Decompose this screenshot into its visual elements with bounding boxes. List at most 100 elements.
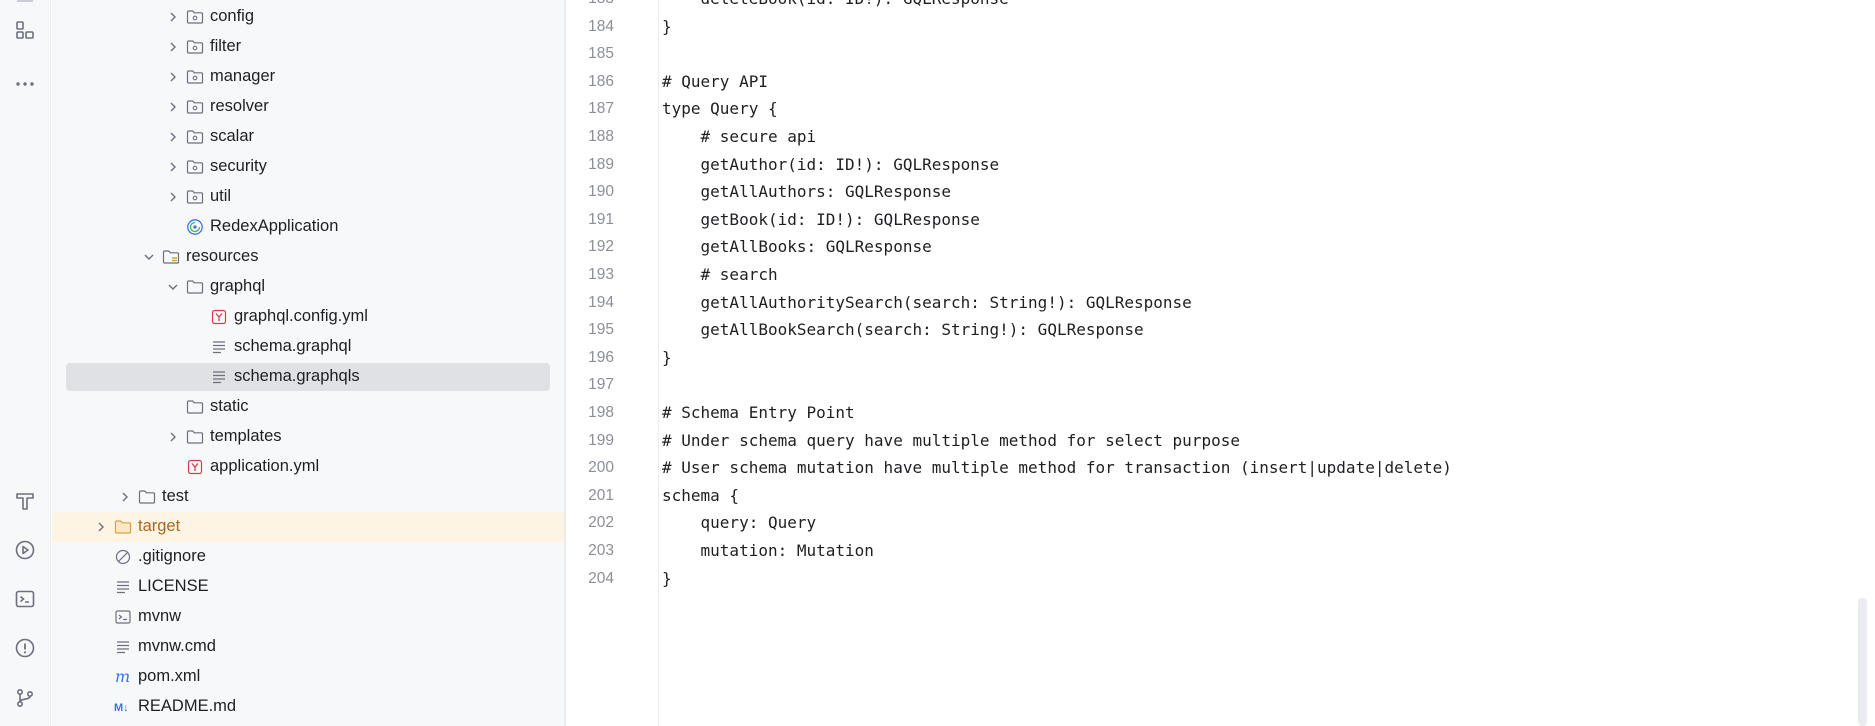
code-line[interactable]: 198 # Schema Entry Point <box>566 400 1856 427</box>
tree-item-static[interactable]: static <box>52 392 564 422</box>
code-line[interactable]: 193 # search <box>566 262 1856 289</box>
tree-item-filter[interactable]: filter <box>52 32 564 62</box>
code-line[interactable]: 185 <box>566 41 1856 68</box>
tree-item-graphql-config-yml[interactable]: graphql.config.yml <box>52 302 564 332</box>
package-folder-icon <box>186 8 204 26</box>
code-line[interactable]: 194 getAllAuthoritySearch(search: String… <box>566 290 1856 317</box>
chevron-right-icon[interactable] <box>166 160 180 174</box>
chevron-right-icon[interactable] <box>166 190 180 204</box>
code-text[interactable]: getAllAuthoritySearch(search: String!): … <box>662 293 1192 312</box>
tree-item-target[interactable]: target <box>52 512 564 542</box>
folder-icon <box>186 428 204 446</box>
tree-item-pom-xml[interactable]: m pom.xml <box>52 662 564 692</box>
code-text[interactable]: getAllBooks: GQLResponse <box>662 237 932 256</box>
chevron-right-icon[interactable] <box>166 100 180 114</box>
tree-item-redexapplication[interactable]: RedexApplication <box>52 212 564 242</box>
code-text[interactable]: type Query { <box>662 99 778 118</box>
code-line[interactable]: 200 # User schema mutation have multiple … <box>566 455 1856 482</box>
code-text[interactable]: } <box>662 569 672 588</box>
code-text[interactable]: # Query API <box>662 72 768 91</box>
tree-item-config[interactable]: config <box>52 2 564 32</box>
build-icon[interactable] <box>13 489 37 513</box>
tree-item-manager[interactable]: manager <box>52 62 564 92</box>
code-text[interactable]: } <box>662 348 672 367</box>
code-editor[interactable]: 183 deleteBook(id: ID!): GQLResponse184}… <box>566 0 1875 726</box>
code-line[interactable]: 197 <box>566 372 1856 399</box>
code-line[interactable]: 186 # Query API <box>566 69 1856 96</box>
code-line[interactable]: 190 getAllAuthors: GQLResponse <box>566 179 1856 206</box>
chevron-down-icon[interactable] <box>166 280 180 294</box>
chevron-right-icon[interactable] <box>94 520 108 534</box>
git-icon[interactable] <box>13 686 37 710</box>
chevron-down-icon[interactable] <box>142 250 156 264</box>
tree-item-templates[interactable]: templates <box>52 422 564 452</box>
code-text[interactable]: } <box>662 17 672 36</box>
tree-item-readme-md[interactable]: M↓ README.md <box>52 692 564 722</box>
code-line[interactable]: 195 getAllBookSearch(search: String!): G… <box>566 317 1856 344</box>
tree-item-mvnw[interactable]: mvnw <box>52 602 564 632</box>
tree-item-security[interactable]: security <box>52 152 564 182</box>
code-text[interactable]: getAllBookSearch(search: String!): GQLRe… <box>662 320 1144 339</box>
terminal-icon[interactable] <box>13 587 37 611</box>
project-tree: config filter manager resolver scalar securit… <box>52 0 564 726</box>
code-text[interactable]: query: Query <box>662 513 817 532</box>
code-text[interactable]: schema { <box>662 486 739 505</box>
code-text[interactable]: deleteBook(id: ID!): GQLResponse <box>662 0 1009 8</box>
code-text[interactable]: getAuthor(id: ID!): GQLResponse <box>662 155 1000 174</box>
code-text[interactable]: # Under schema query have multiple metho… <box>662 431 1240 450</box>
code-line[interactable]: 196} <box>566 345 1856 372</box>
code-line[interactable]: 183 deleteBook(id: ID!): GQLResponse <box>566 0 1856 13</box>
line-number: 197 <box>588 376 614 394</box>
tree-item-label: resolver <box>210 97 269 115</box>
editor-scrollbar[interactable] <box>1858 598 1867 726</box>
code-line[interactable]: 199 # Under schema query have multiple me… <box>566 428 1856 455</box>
tree-item-scalar[interactable]: scalar <box>52 122 564 152</box>
code-text[interactable]: mutation: Mutation <box>662 541 874 560</box>
tree-item-util[interactable]: util <box>52 182 564 212</box>
chevron-right-icon[interactable] <box>166 130 180 144</box>
strip-separator <box>17 0 33 2</box>
chevron-right-icon[interactable] <box>166 430 180 444</box>
code-line[interactable]: 203 mutation: Mutation <box>566 538 1856 565</box>
code-line[interactable]: 204} <box>566 566 1856 593</box>
tree-item-schema-graphql[interactable]: schema.graphql <box>52 332 564 362</box>
code-line[interactable]: 188 # secure api <box>566 124 1856 151</box>
code-line[interactable]: 192 getAllBooks: GQLResponse <box>566 234 1856 261</box>
code-line[interactable]: 189 getAuthor(id: ID!): GQLResponse <box>566 152 1856 179</box>
chevron-right-icon[interactable] <box>166 40 180 54</box>
code-line[interactable]: 184} <box>566 14 1856 41</box>
code-text[interactable]: # Schema Entry Point <box>662 403 855 422</box>
chevron-right-icon[interactable] <box>118 490 132 504</box>
tree-item-label: security <box>210 157 267 175</box>
run-icon[interactable] <box>13 538 37 562</box>
tree-item-schema-graphqls[interactable]: schema.graphqls <box>52 362 564 392</box>
line-number: 203 <box>588 542 614 559</box>
tree-item-license[interactable]: LICENSE <box>52 572 564 602</box>
code-text[interactable]: # secure api <box>662 127 817 146</box>
code-line[interactable]: 201 schema { <box>566 483 1856 510</box>
tree-item-label: test <box>162 487 189 505</box>
structure-icon[interactable] <box>13 18 37 42</box>
code-text[interactable]: # User schema mutation have multiple met… <box>662 458 1452 477</box>
more-icon[interactable] <box>13 72 37 96</box>
code-line[interactable]: 187 type Query { <box>566 96 1856 123</box>
code-line[interactable]: 202 query: Query <box>566 510 1856 537</box>
code-text[interactable]: getBook(id: ID!): GQLResponse <box>662 210 980 229</box>
line-number: 199 <box>588 431 614 449</box>
line-number: 186 <box>588 72 614 90</box>
tree-item-label: schema.graphqls <box>234 367 360 385</box>
tree-item-resolver[interactable]: resolver <box>52 92 564 122</box>
tree-item-resources[interactable]: resources <box>52 242 564 272</box>
chevron-right-icon[interactable] <box>166 10 180 24</box>
code-text[interactable]: # search <box>662 265 778 284</box>
problems-icon[interactable] <box>13 636 37 660</box>
package-folder-icon <box>186 98 204 116</box>
tree-item-test[interactable]: test <box>52 482 564 512</box>
code-text[interactable]: getAllAuthors: GQLResponse <box>662 182 951 201</box>
tree-item-graphql[interactable]: graphql <box>52 272 564 302</box>
chevron-right-icon[interactable] <box>166 70 180 84</box>
code-line[interactable]: 191 getBook(id: ID!): GQLResponse <box>566 207 1856 234</box>
tree-item-gitignore[interactable]: .gitignore <box>52 542 564 572</box>
tree-item-application-yml[interactable]: application.yml <box>52 452 564 482</box>
tree-item-mvnw-cmd[interactable]: mvnw.cmd <box>52 632 564 662</box>
